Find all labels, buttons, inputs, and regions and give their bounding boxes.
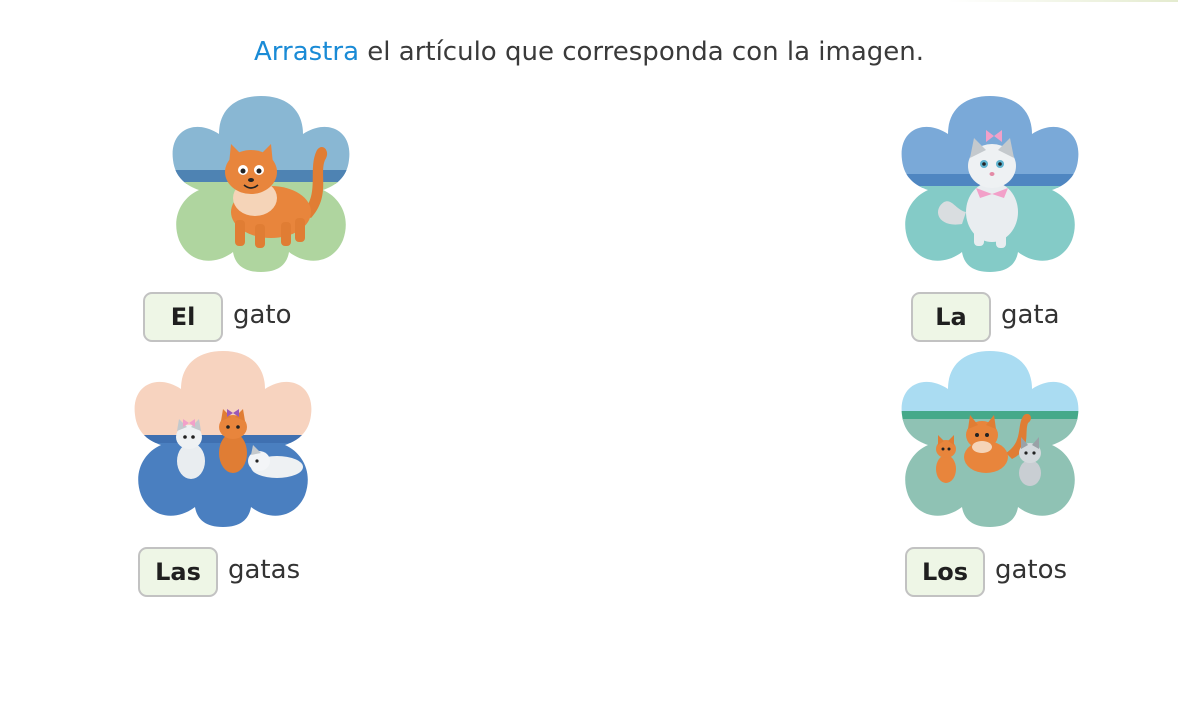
match-item-gata: La gata xyxy=(901,94,1131,344)
match-item-gato: El gato xyxy=(143,94,363,344)
orange-cat-flower-icon xyxy=(172,96,350,272)
instruction-highlight: Arrastra xyxy=(254,37,360,67)
article-tile-los[interactable]: Los xyxy=(905,547,985,597)
noun-label: gatos xyxy=(995,555,1068,585)
white-cat-with-bow-flower-icon xyxy=(901,96,1079,272)
instruction-text: Arrastra el artículo que corresponda con… xyxy=(0,37,1178,67)
answer-row: Los gatos xyxy=(905,546,1067,598)
noun-label: gato xyxy=(233,300,292,330)
answer-row: La gata xyxy=(911,291,1060,343)
noun-label: gatas xyxy=(228,555,301,585)
match-item-gatos: Los gatos xyxy=(901,349,1125,599)
instruction-rest: el artículo que corresponda con la image… xyxy=(359,37,924,67)
answer-row: Las gatas xyxy=(138,546,300,598)
three-male-cats-flower-icon xyxy=(901,351,1079,527)
match-item-gatas: Las gatas xyxy=(134,349,358,599)
three-female-cats-flower-icon xyxy=(134,351,312,527)
article-tile-la[interactable]: La xyxy=(911,292,991,342)
noun-label: gata xyxy=(1001,300,1060,330)
article-tile-el[interactable]: El xyxy=(143,292,223,342)
answer-row: El gato xyxy=(143,291,292,343)
article-tile-las[interactable]: Las xyxy=(138,547,218,597)
top-accent-bar xyxy=(948,0,1178,2)
